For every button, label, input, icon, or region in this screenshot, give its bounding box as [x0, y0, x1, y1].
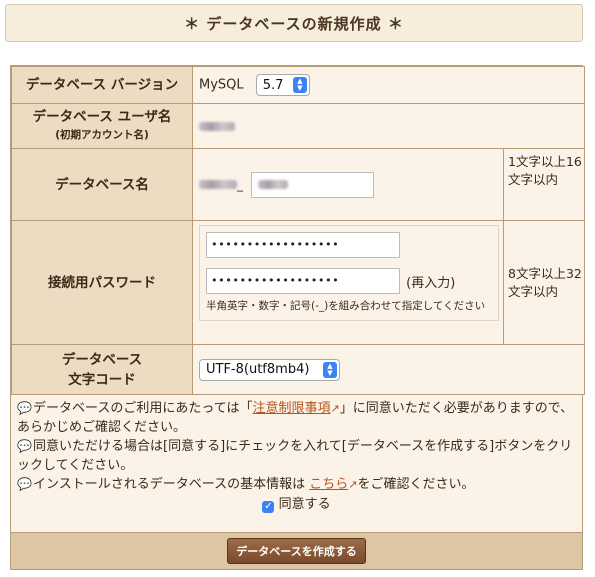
password-confirm-input[interactable]: •••••••••••••••••• — [206, 268, 400, 294]
reenter-label: (再入力) — [406, 275, 456, 291]
password-hint: 8文字以上32文字以内 — [503, 220, 585, 345]
dbname-hint: 1文字以上16文字以内 — [503, 148, 585, 221]
user-label: データベース ユーザ名 — [32, 109, 172, 125]
dbname-label: データベース名 — [11, 148, 193, 221]
dbname-input[interactable] — [251, 171, 375, 198]
charset-select[interactable]: UTF-8(utf8mb4) ▲ ▼ — [199, 358, 340, 381]
username-value — [199, 121, 235, 131]
agree-row: ✓ 同意する — [17, 495, 576, 514]
charset-row: データベース 文字コード UTF-8(utf8mb4) ▲ ▼ — [11, 344, 585, 395]
db-type-text: MySQL — [199, 77, 244, 93]
charset-label-line1: データベース — [61, 351, 143, 368]
password-input[interactable]: •••••••••••••••••• — [206, 232, 400, 258]
info-bubble-icon: 💬 — [17, 401, 32, 415]
create-database-button[interactable]: データベースを作成する — [227, 538, 366, 564]
dbname-separator: _ — [237, 177, 243, 191]
password-label: 接続用パスワード — [11, 220, 193, 345]
submit-row: データベースを作成する — [11, 532, 582, 569]
note-terms: 💬データベースのご利用にあたっては「注意制限事項↗」に同意いただく必要があります… — [17, 401, 574, 435]
version-select-value: 5.7 — [262, 77, 284, 93]
user-row: データベース ユーザ名 (初期アカウント名) — [11, 103, 585, 149]
dbname-row: データベース名 _ 1文字以上16文字以内 — [11, 148, 585, 221]
password-row: 接続用パスワード •••••••••••••••••• ••••••••••••… — [11, 220, 585, 345]
note-terms-line2: あらかじめご確認ください。 — [17, 420, 187, 435]
charset-select-value: UTF-8(utf8mb4) — [206, 362, 310, 377]
info-link[interactable]: こちら — [309, 477, 348, 492]
agree-label: 同意する — [278, 497, 331, 512]
version-label: データベース バージョン — [11, 66, 193, 104]
version-select[interactable]: 5.7 ▲ ▼ — [255, 74, 310, 96]
form-table: データベース バージョン MySQL 5.7 ▲ ▼ データベース ユーザ名 (初… — [11, 66, 585, 395]
version-row: データベース バージョン MySQL 5.7 ▲ ▼ — [11, 66, 585, 104]
terms-link[interactable]: 注意制限事項 — [252, 401, 330, 416]
info-bubble-icon: 💬 — [17, 477, 32, 491]
charset-label-line2: 文字コード — [68, 371, 136, 388]
note-agree: 💬同意いただける場合は[同意する]にチェックを入れて[データベースを作成する]ボ… — [17, 439, 573, 473]
dbname-input-value — [258, 180, 289, 189]
select-arrows-icon: ▲ ▼ — [292, 77, 307, 93]
user-sub-label: (初期アカウント名) — [55, 129, 149, 141]
password-help: 半角英字・数字・記号(-_)を組み合わせて指定してください — [206, 300, 486, 312]
note-info: 💬インストールされるデータベースの基本情報は こちら↗をご確認ください。 — [17, 477, 475, 492]
create-database-form: データベース バージョン MySQL 5.7 ▲ ▼ データベース ユーザ名 (初… — [10, 65, 585, 570]
page-title: ＊ データベースの新規作成 ＊ — [5, 4, 583, 42]
info-bubble-icon: 💬 — [17, 439, 32, 453]
agree-checkbox[interactable]: ✓ — [262, 501, 275, 513]
notes-section: 💬データベースのご利用にあたっては「注意制限事項↗」に同意いただく必要があります… — [11, 395, 582, 514]
select-arrows-icon: ▲ ▼ — [323, 361, 337, 378]
dbname-prefix — [199, 180, 237, 189]
external-link-icon: ↗ — [330, 402, 340, 415]
